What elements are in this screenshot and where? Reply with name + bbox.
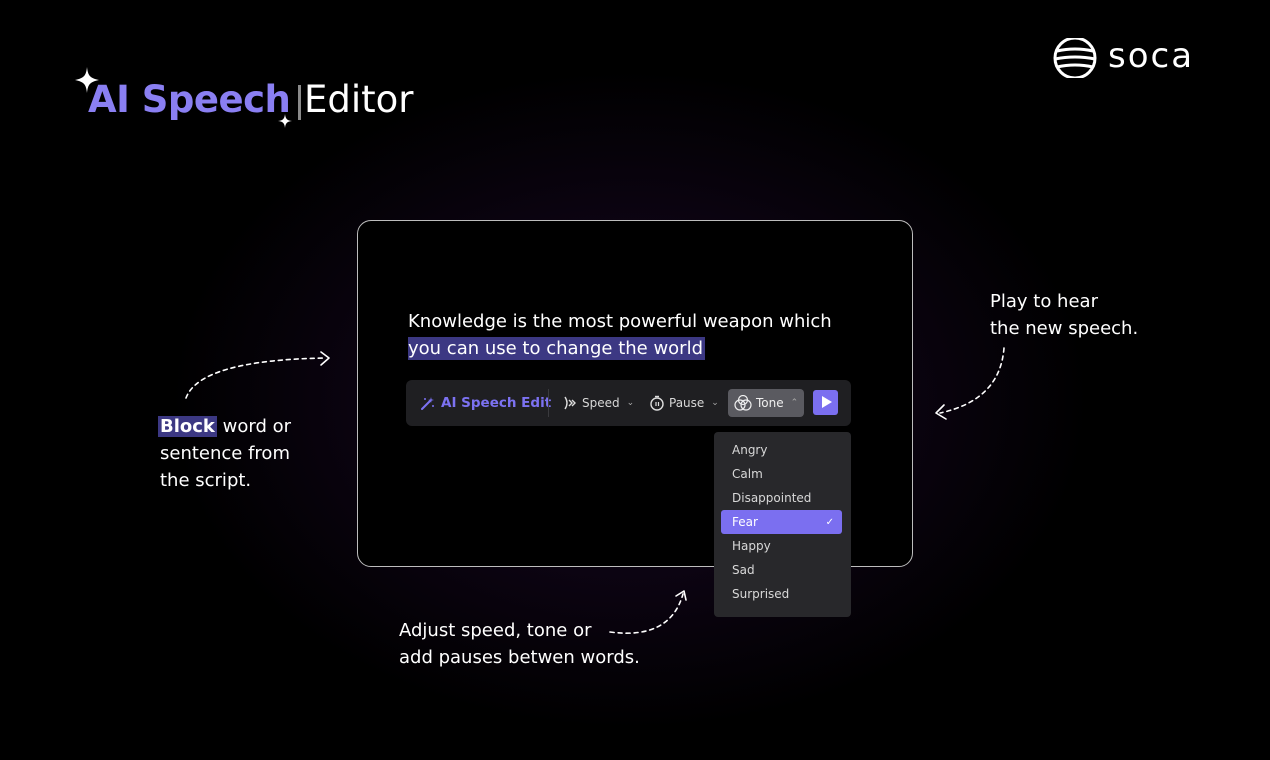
arrow-play-to-button xyxy=(939,347,1005,414)
canvas: AI Speech Editor soca Knowledge is the m… xyxy=(0,0,1270,760)
arrowhead-up-icon xyxy=(675,590,687,601)
arrow-block-to-text xyxy=(185,357,327,399)
annotation-arrows xyxy=(185,347,1005,634)
arrow-adjust-to-toolbar xyxy=(609,593,684,634)
